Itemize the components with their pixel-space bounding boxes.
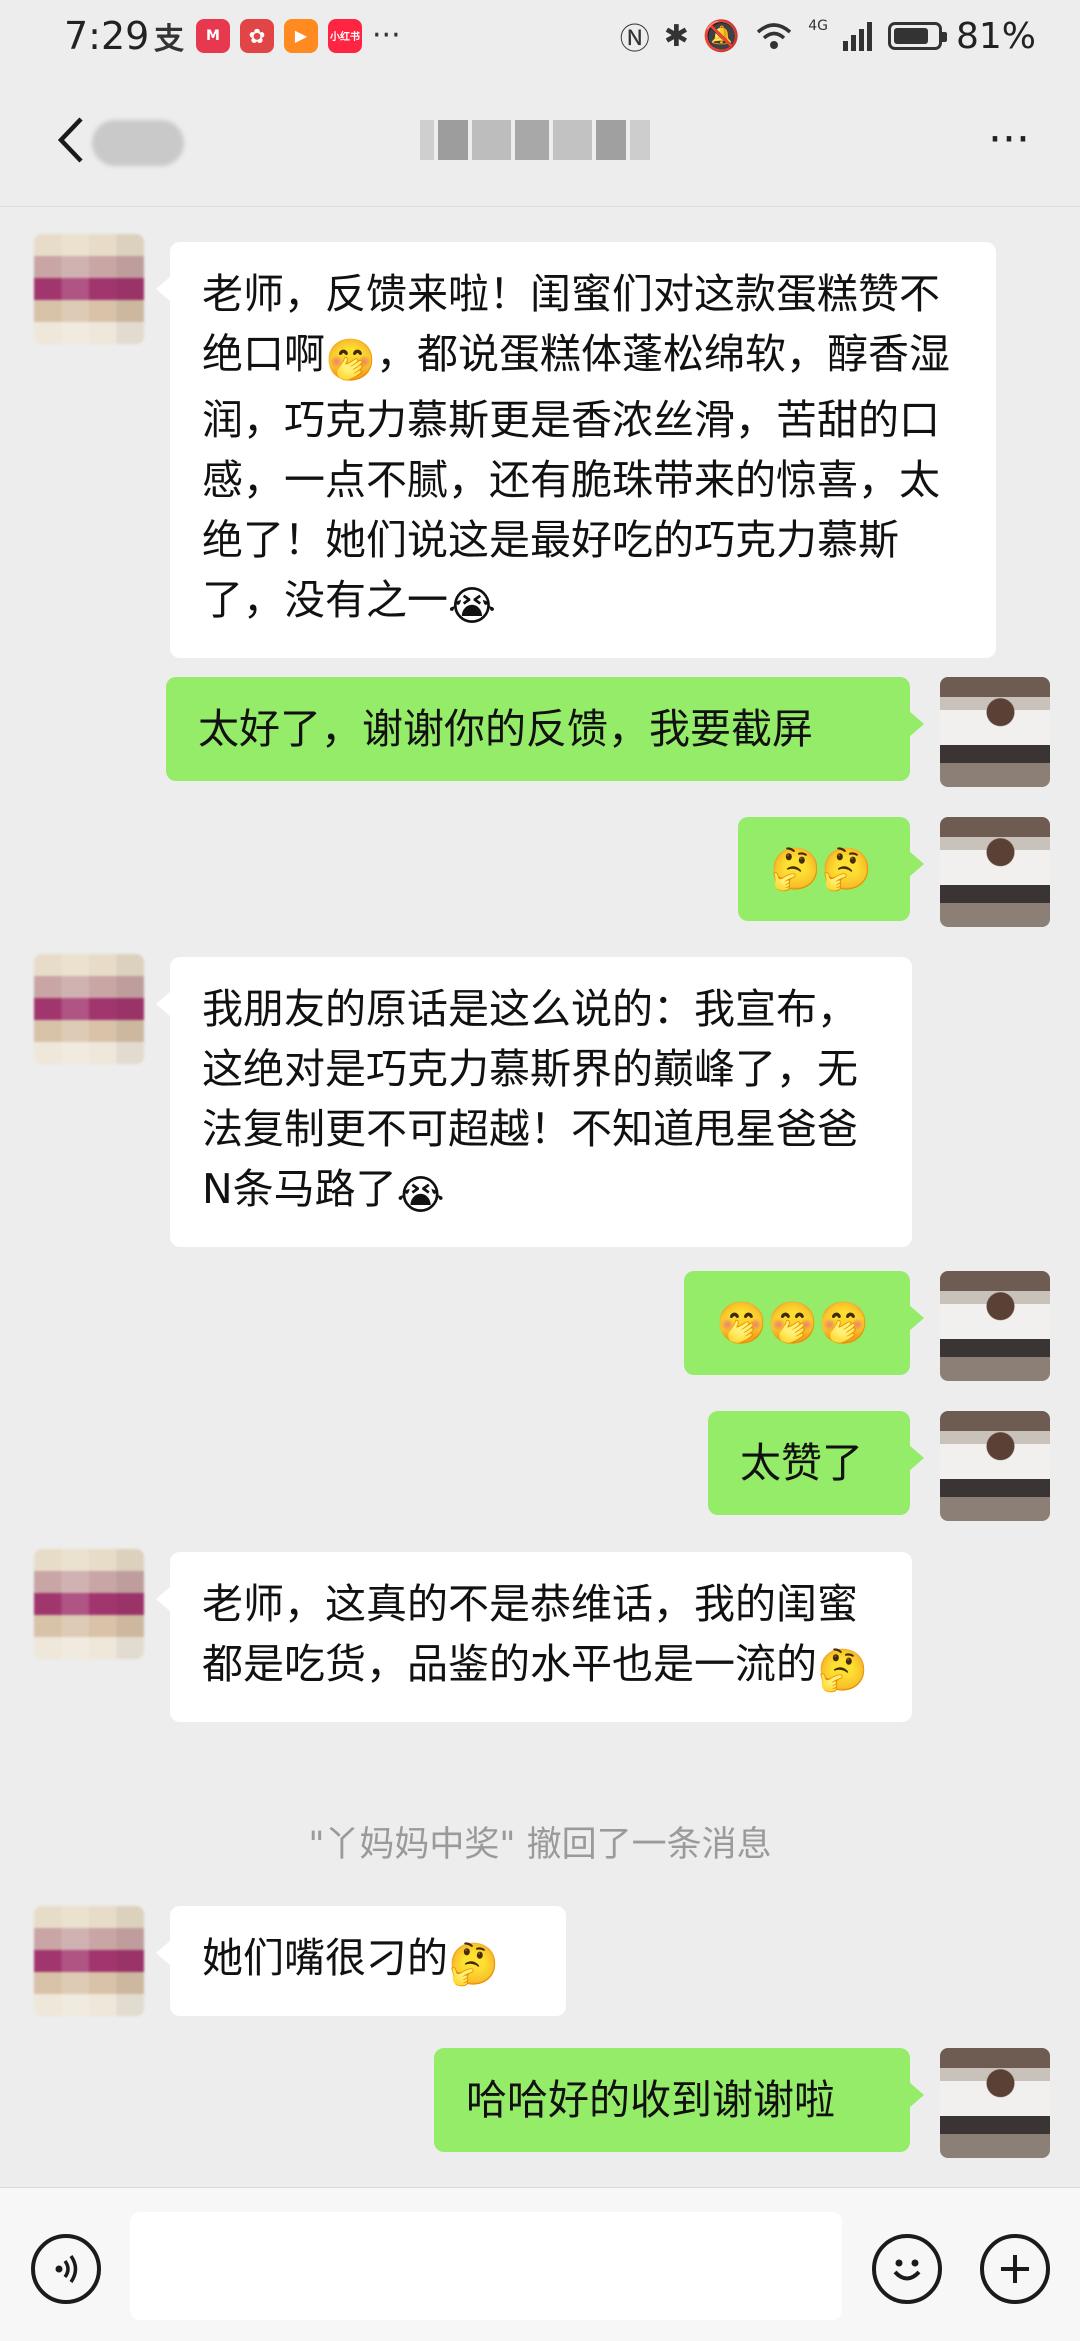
message-text: 🤭🤭🤭 <box>716 1299 870 1347</box>
wifi-icon <box>757 23 792 49</box>
emoji: 🤔 <box>448 1940 500 1988</box>
emoji-button[interactable] <box>872 2234 942 2304</box>
metro-icon: M <box>196 18 230 53</box>
message-text: 太好了，谢谢你的反馈，我要截屏 <box>198 705 813 753</box>
message-text: 老师，这真的不是恭维话，我的闺蜜都是吃货，品鉴的水平也是一流的 <box>202 1580 858 1688</box>
message-bubble-incoming[interactable]: 我朋友的原话是这么说的：我宣布，这绝对是巧克力慕斯界的巅峰了，无法复制更不可超越… <box>156 957 912 1247</box>
chevron-left-icon <box>57 117 83 163</box>
plus-icon <box>1001 2255 1029 2283</box>
avatar-self[interactable] <box>940 1411 1050 1521</box>
mute-icon: 🔕 <box>702 18 741 54</box>
chat-title-redacted <box>420 112 650 168</box>
video-icon: ▶ <box>284 18 318 53</box>
notification-app-icons: 支 M ✿ ▶ 小红书 ··· <box>152 18 401 57</box>
message-text: 哈哈好的收到谢谢啦 <box>466 2076 835 2124</box>
system-status-icons: Ⓝ ✱ 🔕 4G 81% <box>620 14 1036 58</box>
flower-icon: ✿ <box>240 18 274 53</box>
more-notifications-icon: ··· <box>372 18 401 53</box>
message-bubble-outgoing[interactable]: 哈哈好的收到谢谢啦 <box>434 2048 924 2152</box>
battery-percent: 81% <box>955 15 1036 57</box>
recall-notice: "丫妈妈中奖" 撤回了一条消息 <box>308 1825 772 1865</box>
more-functions-button[interactable] <box>980 2234 1050 2304</box>
emoji: 🤔 <box>817 1646 869 1694</box>
emoji: 😭 <box>448 582 496 630</box>
contact-name-redacted <box>92 120 184 166</box>
xiaohongshu-icon: 小红书 <box>328 18 362 53</box>
nfc-icon: Ⓝ <box>619 22 650 57</box>
avatar-self[interactable] <box>940 2048 1050 2158</box>
message-bubble-incoming[interactable]: 她们嘴很刁的🤔 <box>156 1906 566 2016</box>
message-bubble-outgoing[interactable]: 太赞了 <box>708 1411 924 1515</box>
more-options-button[interactable]: ··· <box>974 110 1044 170</box>
input-bar <box>0 2187 1080 2341</box>
smiley-icon <box>893 2259 921 2281</box>
avatar-incoming[interactable] <box>34 234 144 344</box>
message-text: 🤔🤔 <box>770 845 873 893</box>
avatar-incoming[interactable] <box>34 954 144 1064</box>
back-button[interactable] <box>40 110 100 170</box>
emoji: 🤭 <box>325 336 377 384</box>
avatar-self[interactable] <box>940 817 1050 927</box>
avatar-incoming[interactable] <box>34 1549 144 1659</box>
voice-input-button[interactable] <box>31 2234 101 2304</box>
network-type-label: 4G <box>808 18 828 34</box>
signal-icon <box>842 22 872 51</box>
status-bar: 7:29 支 M ✿ ▶ 小红书 ··· Ⓝ ✱ 🔕 4G 81% <box>0 0 1080 80</box>
message-text: 我朋友的原话是这么说的：我宣布，这绝对是巧克力慕斯界的巅峰了，无法复制更不可超越… <box>202 985 858 1213</box>
message-bubble-outgoing[interactable]: 🤔🤔 <box>738 817 924 921</box>
message-bubble-incoming[interactable]: 老师，反馈来啦！闺蜜们对这款蛋糕赞不绝口啊🤭，都说蛋糕体蓬松绵软，醇香湿润，巧克… <box>156 242 996 658</box>
voice-icon <box>55 2255 78 2283</box>
message-bubble-outgoing[interactable]: 🤭🤭🤭 <box>684 1271 924 1375</box>
message-text: 她们嘴很刁的 <box>202 1934 448 1982</box>
avatar-self[interactable] <box>940 677 1050 787</box>
message-text: 太赞了 <box>740 1439 863 1487</box>
emoji: 😭 <box>396 1171 445 1219</box>
alipay-icon: 支 <box>154 21 184 57</box>
chat-header: ··· <box>0 80 1080 207</box>
message-bubble-outgoing[interactable]: 太好了，谢谢你的反馈，我要截屏 <box>166 677 924 781</box>
battery-icon <box>887 22 947 50</box>
message-input[interactable] <box>130 2212 842 2320</box>
avatar-incoming[interactable] <box>34 1906 144 2016</box>
avatar-self[interactable] <box>940 1271 1050 1381</box>
bluetooth-icon: ✱ <box>663 18 689 54</box>
battery-level <box>893 28 928 44</box>
message-bubble-incoming[interactable]: 老师，这真的不是恭维话，我的闺蜜都是吃货，品鉴的水平也是一流的🤔 <box>156 1552 912 1722</box>
status-time: 7:29 <box>64 14 150 58</box>
